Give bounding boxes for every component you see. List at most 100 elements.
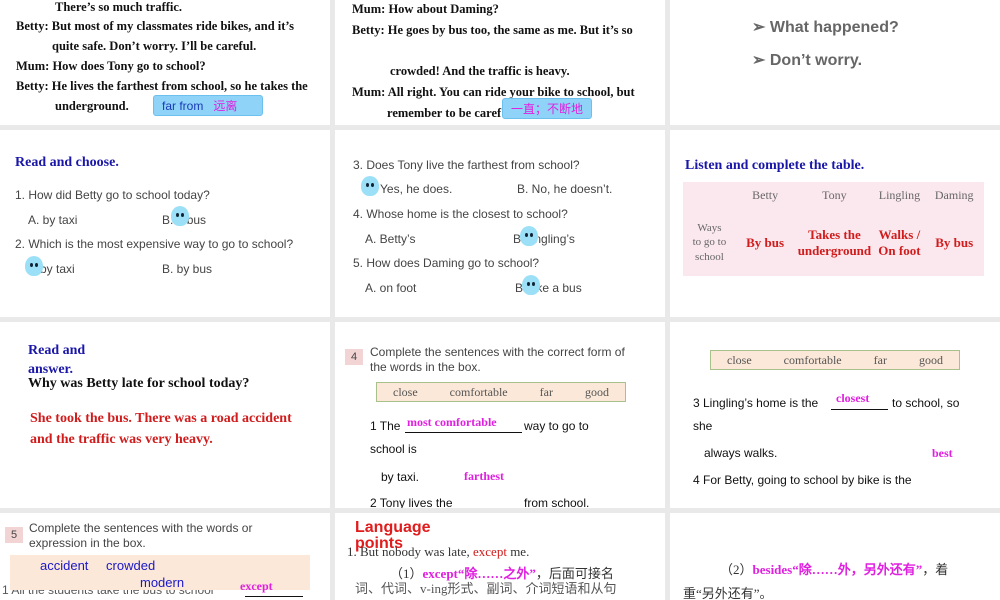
sentence: 1 The [370, 419, 401, 433]
word: far [873, 352, 887, 367]
sentence: from school. [524, 496, 590, 508]
slide-complete-4[interactable]: 4 Complete the sentences with the correc… [335, 322, 665, 508]
slide-title: Read and choose. [15, 155, 119, 170]
slide-expressions[interactable]: ➢ What happened? ➢ Don’t worry. [670, 0, 1000, 125]
sentence: 2 Tony lives the [370, 496, 453, 508]
answer: most comfortable [407, 415, 497, 429]
answer: best [932, 446, 953, 460]
exercise-number: 5 [5, 527, 23, 543]
exercise-number: 4 [345, 349, 363, 365]
mascot-icon [522, 275, 540, 295]
header-cell: Lingling [878, 188, 921, 203]
word: modern [140, 575, 185, 590]
slide-dialogue-1[interactable]: There’s so much traffic. Betty: But most… [0, 0, 330, 125]
option: B. No, he doesn’t. [517, 182, 613, 196]
mascot-icon [25, 256, 43, 276]
option-text: bus [186, 213, 207, 227]
header-cell: Betty [752, 188, 779, 203]
slide-complete-5[interactable]: 5 Complete the sentences with the words … [0, 513, 330, 600]
question: 3. Does Tony live the farthest from scho… [353, 158, 580, 172]
word-box: close comfortable far good [710, 350, 960, 370]
dialogue-line: quite safe. Don’t worry. I’ll be careful… [52, 39, 257, 53]
dialogue-line: There’s so much traffic. [55, 0, 183, 14]
dialogue-line: Betty: But most of my classmates ride bi… [16, 19, 294, 33]
vocab-tag: 一直；不断地 [502, 98, 593, 119]
dialogue-line: remember to be caref [387, 106, 502, 120]
word: good [918, 352, 943, 367]
table-header-row: Betty Tony Lingling Daming [683, 182, 984, 209]
slide-besides[interactable]: （2）besides“除……外，另外还有”，着 重“另外还有”。 [670, 513, 1000, 600]
sentence: way to go to [524, 419, 589, 433]
row-label: Ways to go to school [692, 222, 727, 263]
sentence: 4 For Betty, going to school by bike is … [693, 473, 912, 487]
slide-dialogue-2[interactable]: Mum: How about Daming? Betty: He goes by… [335, 0, 665, 125]
explanation: （2）besides“除……外，另外还有”，着 [720, 562, 949, 577]
vocab-en: far from [162, 99, 204, 113]
table-row: Ways to go to school By bus Takes the unde… [683, 209, 984, 276]
option: A. on foot [365, 281, 417, 295]
explanation: 重“另外还有”。 [683, 586, 773, 600]
slide-listen-table[interactable]: Listen and complete the table. Betty Ton… [670, 130, 1000, 317]
dialogue-line: Betty: He lives the farthest from school… [16, 79, 308, 93]
header-cell: Daming [934, 188, 974, 203]
explanation: 词、代词、v-ing形式、副词、介词短语和从句 [355, 581, 617, 596]
answer: farthest [464, 469, 504, 483]
sentence: to school, so [892, 396, 960, 410]
bullet-text: Don’t worry. [769, 52, 863, 69]
instruction: Complete the sentences with the correct … [370, 345, 625, 359]
mascot-icon [361, 176, 379, 196]
word-box: close comfortable far good [376, 382, 626, 402]
vocab-cn: 远离 [213, 99, 238, 113]
ways-table: Betty Tony Lingling Daming Ways to go to s… [683, 182, 984, 276]
dialogue-line: Betty: He goes by bus too, the same as m… [352, 23, 633, 37]
example-sentence: 1. But nobody was late, except me. [347, 544, 530, 559]
slide-title: Listen and complete the table. [685, 158, 865, 173]
table-cell: By bus [935, 234, 974, 250]
question: Why was Betty late for school today? [28, 376, 250, 391]
option: A. Betty’s [365, 232, 416, 246]
dialogue-line: underground. [55, 99, 129, 113]
dialogue-line: Mum: How does Tony go to school? [16, 59, 206, 73]
question: 5. How does Daming go to school? [353, 256, 540, 270]
dialogue-line: Mum: How about Daming? [352, 2, 499, 16]
blank: most comfortable [405, 415, 522, 433]
vocab-tag: far from 远离 [153, 95, 263, 116]
option: A. by taxi [28, 213, 78, 227]
word: far [539, 384, 553, 399]
word: comfortable [449, 384, 508, 399]
dialogue-line: crowded! And the traffic is heavy. [390, 64, 570, 78]
slide-read-answer[interactable]: Read and answer. Why was Betty late for … [0, 322, 330, 508]
answer: and the traffic was very heavy. [30, 432, 213, 447]
instruction: the words in the box. [370, 360, 481, 374]
instruction: Complete the sentences with the words or [29, 521, 253, 535]
option: Yes, he does. [380, 182, 453, 196]
mascot-icon [171, 206, 189, 226]
arrow-bullet-icon: ➢ [752, 52, 770, 69]
option-text: ngling’s [534, 232, 575, 246]
instruction: expression in the box. [29, 536, 146, 550]
answer: She took the bus. There was a road accid… [30, 411, 292, 426]
slide-language-points[interactable]: Language points 1. But nobody was late, … [335, 513, 665, 600]
mascot-icon [520, 226, 538, 246]
bullet-item: ➢ What happened? [752, 17, 899, 37]
table-cell: Walks / On foot [878, 226, 921, 258]
question: 2. Which is the most expensive way to go… [15, 237, 294, 251]
word: comfortable [783, 352, 842, 367]
slide-complete-4-cont[interactable]: close comfortable far good 3 Lingling’s hom… [670, 322, 1000, 508]
question: 4. Whose home is the closest to school? [353, 207, 568, 221]
blank: closest [831, 391, 888, 410]
slide-read-choose-1[interactable]: Read and choose. 1. How did Betty go to … [0, 130, 330, 317]
answer: closest [836, 391, 870, 405]
arrow-bullet-icon: ➢ [752, 19, 770, 36]
sentence: by taxi. [381, 470, 420, 484]
option-text: ke a bus [536, 281, 582, 295]
table-cell: Takes the underground [797, 226, 872, 258]
bullet-item: ➢ Don’t worry. [752, 50, 862, 70]
answer: except [240, 579, 273, 593]
dialogue-line: Mum: All right. You can ride your bike t… [352, 85, 635, 99]
question: 1. How did Betty go to school today? [15, 188, 210, 202]
header-cell: Tony [822, 188, 847, 203]
slide-title: Read and [28, 343, 86, 358]
word: close [393, 384, 418, 399]
slide-read-choose-2[interactable]: 3. Does Tony live the farthest from scho… [335, 130, 665, 317]
